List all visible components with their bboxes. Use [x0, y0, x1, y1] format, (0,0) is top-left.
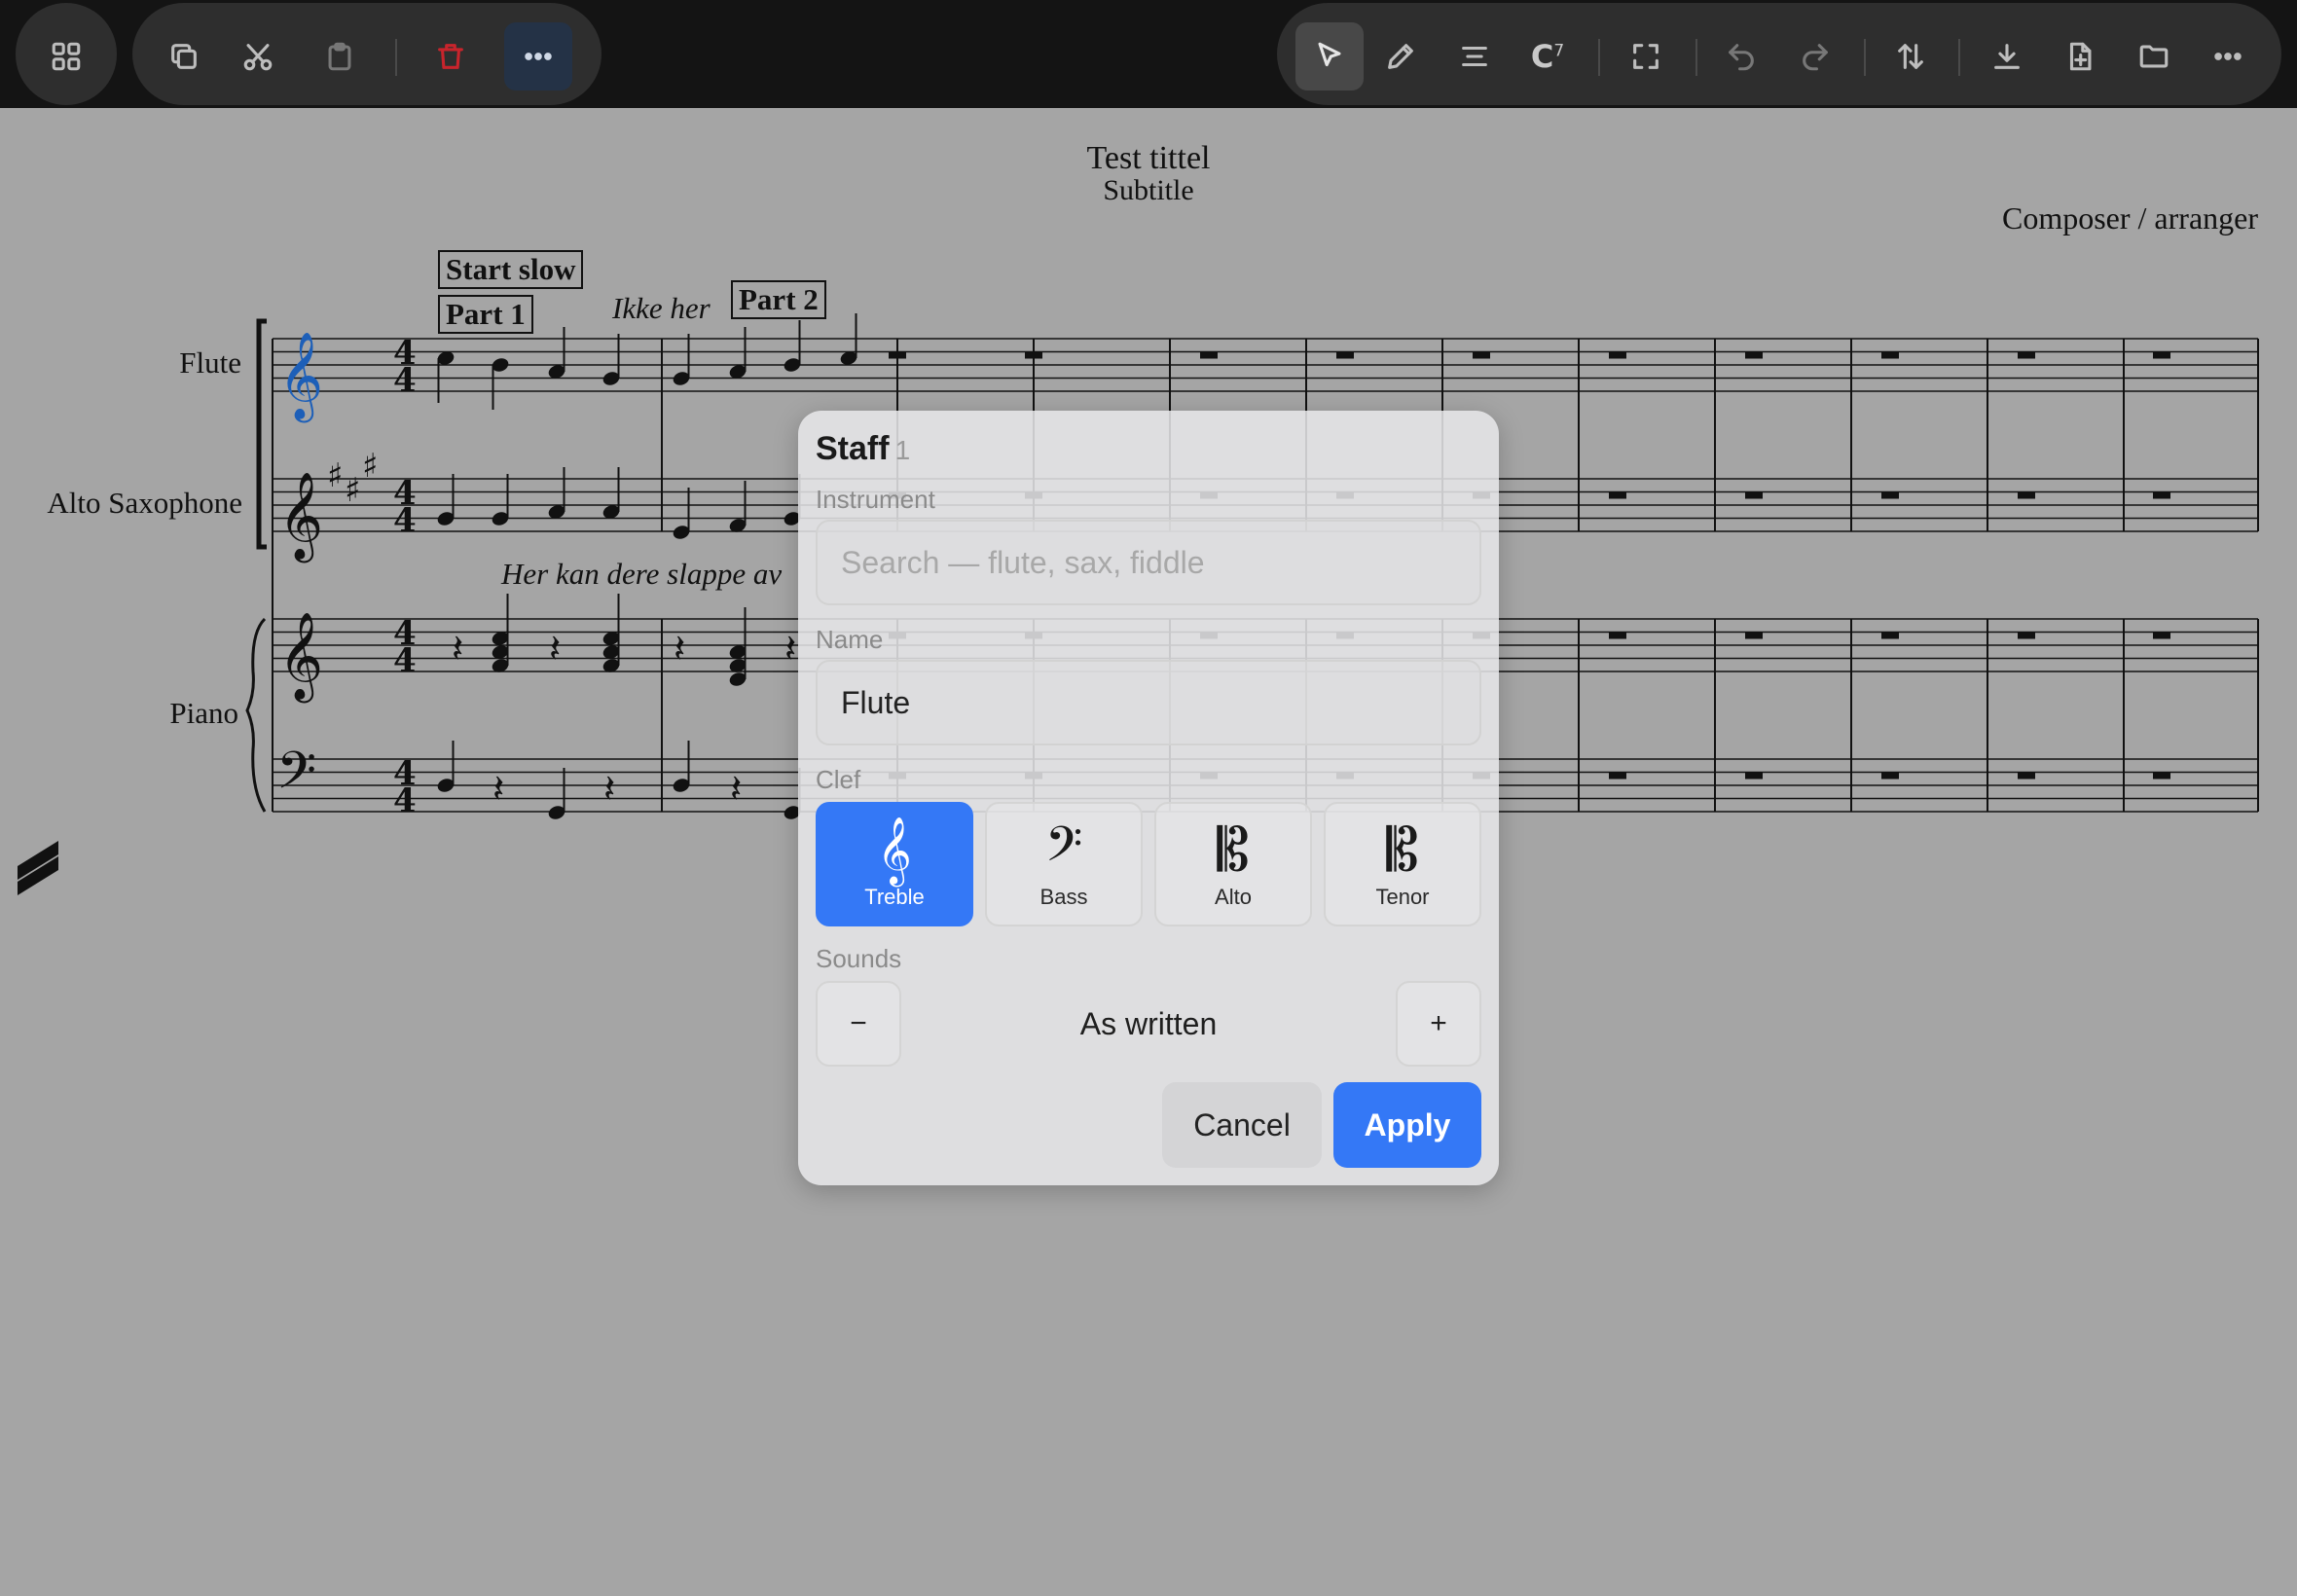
whole-rest: [1745, 351, 1763, 359]
sharp-icon: ♯: [362, 447, 378, 486]
instrument-label-alto-sax[interactable]: Alto Saxophone: [47, 486, 242, 521]
time-signature-bottom: 4: [393, 641, 417, 680]
whole-rest: [1881, 772, 1899, 780]
rehearsal-mark[interactable]: Part 1: [438, 295, 533, 334]
quarter-rest: 𝄽: [603, 767, 615, 812]
whole-rest: [1745, 632, 1763, 639]
whole-rest: [1609, 491, 1626, 499]
staff-name-input[interactable]: [816, 660, 1481, 745]
instrument-label-piano[interactable]: Piano: [169, 696, 238, 731]
sounds-value: As written: [1079, 1006, 1218, 1041]
whole-rest: [2153, 491, 2170, 499]
sounds-label: Sounds: [816, 944, 902, 973]
rehearsal-mark[interactable]: Part 2: [731, 280, 826, 319]
whole-rest: [1881, 632, 1899, 639]
piano-brace: [245, 617, 267, 813]
whole-rest: [889, 351, 906, 359]
whole-rest: [2153, 351, 2170, 359]
whole-rest: [1881, 351, 1899, 359]
quarter-rest: 𝄽: [730, 767, 742, 812]
score-title[interactable]: Test tittel: [0, 140, 2297, 177]
multi-rest-mark: [18, 841, 58, 895]
staff-number: 1: [894, 435, 911, 465]
whole-rest: [2018, 351, 2035, 359]
treble-clef-icon: 𝄞: [278, 612, 323, 704]
name-label: Name: [816, 625, 884, 654]
sharp-icon: ♯: [345, 471, 360, 510]
dialog-title: Staff 1: [816, 430, 911, 467]
expression-text[interactable]: Her kan dere slappe av: [501, 557, 782, 592]
instrument-label-flute[interactable]: Flute: [179, 345, 241, 381]
transpose-down-button[interactable]: −: [816, 981, 901, 1067]
quarter-rest: 𝄽: [674, 627, 685, 671]
treble-clef-icon: 𝄞: [278, 332, 323, 423]
clef-label: Clef: [816, 765, 861, 794]
transpose-up-button[interactable]: +: [1396, 981, 1481, 1067]
clef-tenor-button[interactable]: 𝄡 Tenor: [1324, 802, 1481, 926]
whole-rest: [2018, 491, 2035, 499]
clef-bass-button[interactable]: 𝄢 Bass: [985, 802, 1143, 926]
whole-rest: [2153, 632, 2170, 639]
sharp-icon: ♯: [327, 456, 343, 495]
time-signature-bottom: 4: [393, 361, 417, 400]
whole-rest: [1609, 351, 1626, 359]
whole-rest: [1473, 351, 1490, 359]
bass-clef-icon: 𝄢: [276, 742, 316, 814]
whole-rest: [1745, 491, 1763, 499]
quarter-rest: 𝄽: [784, 627, 796, 671]
treble-clef-icon: 𝄞: [278, 472, 323, 563]
whole-rest: [1200, 351, 1218, 359]
whole-rest: [1745, 772, 1763, 780]
whole-rest: [1881, 491, 1899, 499]
tenor-clef-icon: 𝄡: [1386, 816, 1419, 885]
whole-rest: [2018, 632, 2035, 639]
time-signature-bottom: 4: [393, 501, 417, 540]
whole-rest: [1336, 351, 1354, 359]
time-signature-bottom: 4: [393, 781, 417, 820]
instrument-label: Instrument: [816, 485, 935, 514]
bass-clef-icon: 𝄢: [1044, 816, 1083, 885]
score-subtitle[interactable]: Subtitle: [0, 174, 2297, 207]
whole-rest: [1609, 772, 1626, 780]
instrument-search-input[interactable]: [816, 520, 1481, 605]
expression-text[interactable]: Ikke her: [612, 291, 711, 326]
quarter-rest: 𝄽: [492, 767, 504, 812]
whole-rest: [2018, 772, 2035, 780]
clef-alto-button[interactable]: 𝄡 Alto: [1154, 802, 1312, 926]
staff-bracket: [256, 318, 267, 550]
score-composer[interactable]: Composer / arranger: [2002, 200, 2258, 236]
apply-button[interactable]: Apply: [1333, 1082, 1481, 1168]
whole-rest: [1609, 632, 1626, 639]
cancel-button[interactable]: Cancel: [1162, 1082, 1322, 1168]
whole-rest: [2153, 772, 2170, 780]
clef-treble-button[interactable]: 𝄞 Treble: [816, 802, 973, 926]
alto-clef-icon: 𝄡: [1217, 816, 1250, 885]
treble-clef-icon: 𝄞: [877, 816, 912, 885]
quarter-rest: 𝄽: [549, 627, 561, 671]
staff-dialog: Staff1 Instrument Name Clef 𝄞 Treble 𝄢 B…: [798, 411, 1499, 1185]
rehearsal-mark[interactable]: Start slow: [438, 250, 584, 289]
quarter-rest: 𝄽: [452, 627, 463, 671]
whole-rest: [1025, 351, 1042, 359]
